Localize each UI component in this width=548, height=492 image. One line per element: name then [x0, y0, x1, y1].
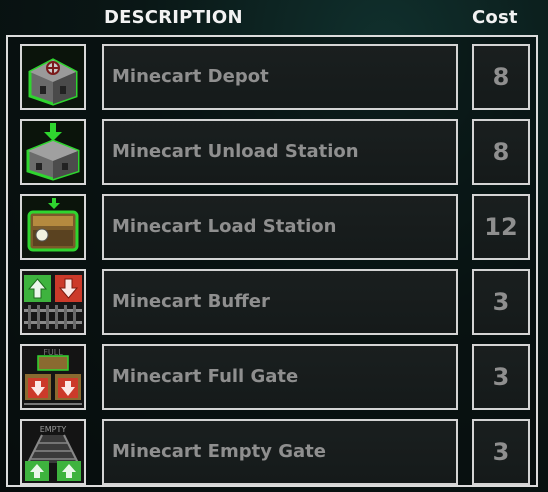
minecart-depot-icon [20, 44, 86, 110]
list-item[interactable]: Minecart Load Station 12 [0, 194, 548, 260]
item-name: Minecart Full Gate [102, 344, 458, 410]
item-cost: 12 [472, 194, 530, 260]
item-name: Minecart Buffer [102, 269, 458, 335]
item-name: Minecart Load Station [102, 194, 458, 260]
minecart-buffer-icon [20, 269, 86, 335]
item-cost: 3 [472, 344, 530, 410]
item-cost: 3 [472, 269, 530, 335]
description-column-header: DESCRIPTION [104, 7, 243, 28]
list-item[interactable]: Minecart Buffer 3 [0, 269, 548, 335]
item-name: Minecart Empty Gate [102, 419, 458, 485]
item-cost: 3 [472, 419, 530, 485]
minecart-load-station-icon [20, 194, 86, 260]
list-item[interactable]: Minecart Depot 8 [0, 44, 548, 110]
list-item[interactable]: Minecart Unload Station 8 [0, 119, 548, 185]
item-cost: 8 [472, 44, 530, 110]
list-item[interactable]: EMPTY Minecart Empty Gate 3 [0, 419, 548, 485]
item-name: Minecart Depot [102, 44, 458, 110]
item-cost: 8 [472, 119, 530, 185]
list-item[interactable]: FULL Minecart Full Gate 3 [0, 344, 548, 410]
minecart-empty-gate-icon: EMPTY [20, 419, 86, 485]
minecart-full-gate-icon: FULL [20, 344, 86, 410]
cost-column-header: Cost [472, 7, 518, 28]
minecart-unload-station-icon [20, 119, 86, 185]
item-name: Minecart Unload Station [102, 119, 458, 185]
icon-label: EMPTY [40, 425, 67, 434]
